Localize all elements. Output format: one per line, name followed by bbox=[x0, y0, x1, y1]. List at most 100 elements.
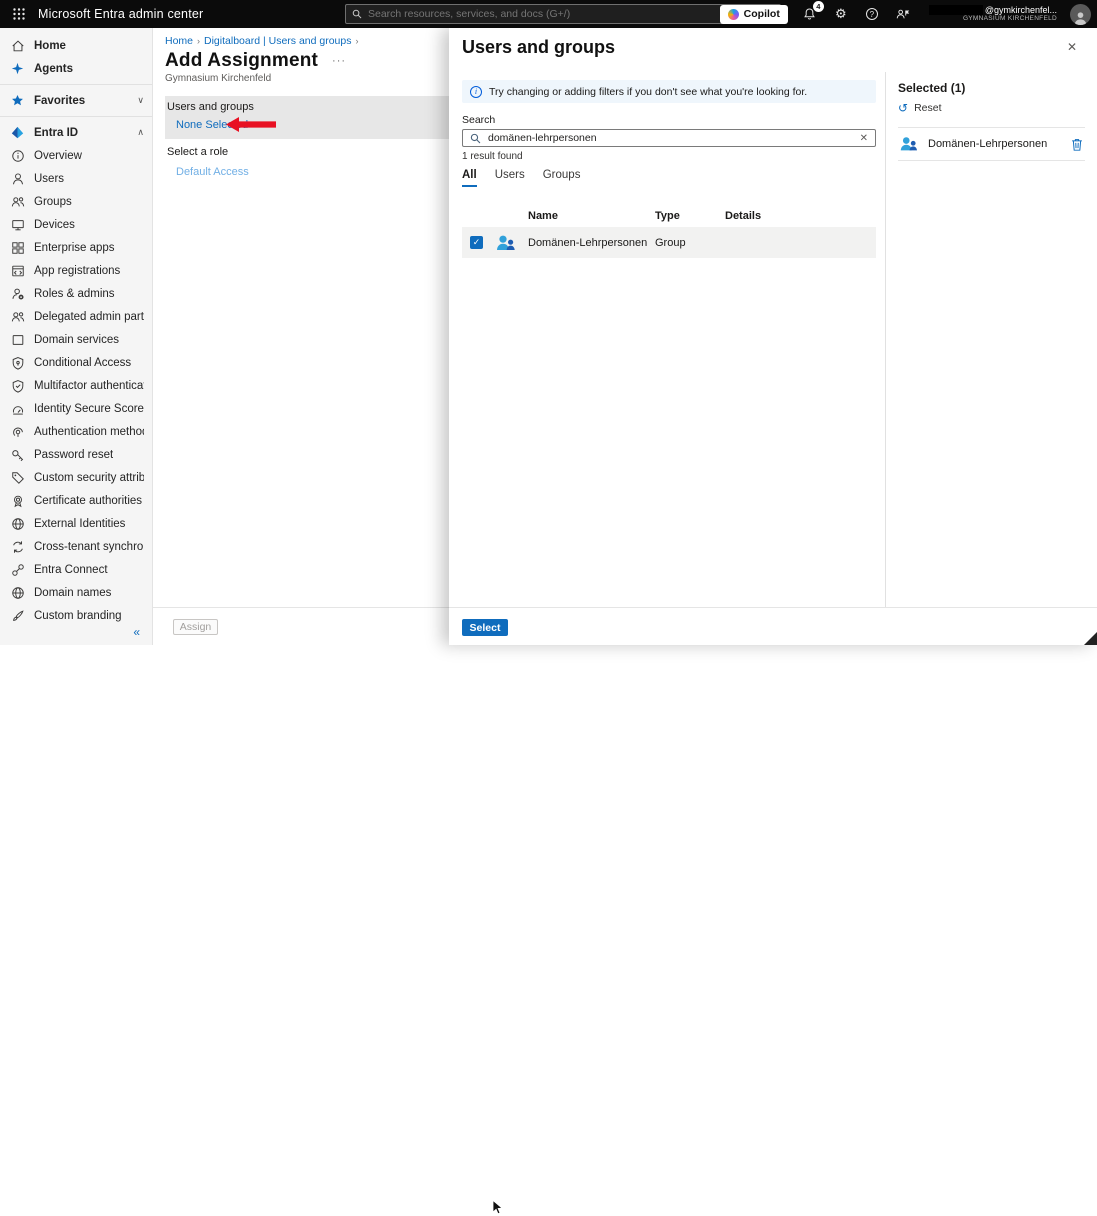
col-details: Details bbox=[725, 210, 876, 222]
apps-icon bbox=[10, 240, 25, 255]
users-groups-field: Users and groups None Selected bbox=[165, 96, 449, 139]
person-icon bbox=[10, 171, 25, 186]
shield-icon bbox=[10, 378, 25, 393]
sidebar-item-password-reset[interactable]: Password reset bbox=[0, 443, 152, 466]
close-icon[interactable]: ✕ bbox=[1067, 40, 1077, 54]
clear-search-icon[interactable]: ✕ bbox=[860, 133, 868, 144]
people-icon bbox=[10, 194, 25, 209]
sidebar-item-roles-admins[interactable]: Roles & admins bbox=[0, 282, 152, 305]
sidebar-item-users[interactable]: Users bbox=[0, 167, 152, 190]
sidebar-item-label: Custom branding bbox=[34, 610, 122, 622]
sidebar-item-entra-id[interactable]: Entra ID∧ bbox=[0, 121, 152, 144]
sidebar-item-groups[interactable]: Groups bbox=[0, 190, 152, 213]
sidebar-item-home[interactable]: Home bbox=[0, 34, 152, 57]
cert-icon bbox=[10, 493, 25, 508]
sidebar-item-conditional-access[interactable]: Conditional Access bbox=[0, 351, 152, 374]
more-options-icon[interactable]: ··· bbox=[332, 55, 346, 67]
sidebar-item-label: Certificate authorities bbox=[34, 495, 142, 507]
tab-groups[interactable]: Groups bbox=[543, 169, 581, 187]
table-header: Name Type Details bbox=[462, 205, 876, 227]
sidebar-item-overview[interactable]: Overview bbox=[0, 144, 152, 167]
globeperson-icon bbox=[10, 516, 25, 531]
sidebar-item-custom-security-attributes[interactable]: Custom security attributes bbox=[0, 466, 152, 489]
select-role-label: Select a role bbox=[167, 146, 449, 158]
help-icon: ? bbox=[866, 8, 878, 20]
topbar: Microsoft Entra admin center Copilot 4 ⚙… bbox=[0, 0, 1097, 28]
sidebar-item-label: Entra ID bbox=[34, 127, 78, 139]
result-count: 1 result found bbox=[462, 151, 876, 162]
notifications-button[interactable]: 4 bbox=[801, 5, 819, 23]
sidebar-item-enterprise-apps[interactable]: Enterprise apps bbox=[0, 236, 152, 259]
global-search-input[interactable] bbox=[368, 8, 774, 20]
filter-tabs: All Users Groups bbox=[462, 169, 876, 188]
sidebar-item-multifactor-authentication[interactable]: Multifactor authentication bbox=[0, 374, 152, 397]
users-groups-label: Users and groups bbox=[167, 101, 449, 113]
sidebar-item-delegated-admin-partners[interactable]: Delegated admin partners bbox=[0, 305, 152, 328]
sidebar-item-label: Enterprise apps bbox=[34, 242, 115, 254]
tenant-subtitle: Gymnasium Kirchenfeld bbox=[165, 73, 449, 84]
sidebar-item-authentication-methods[interactable]: Authentication methods bbox=[0, 420, 152, 443]
sidebar-item-label: Authentication methods bbox=[34, 426, 144, 438]
agents-icon bbox=[10, 61, 25, 76]
sidebar-item-custom-branding[interactable]: Custom branding bbox=[0, 604, 152, 627]
selected-panel: Selected (1) ↺ Reset Domänen-Lehrpersone… bbox=[885, 72, 1097, 607]
sidebar-item-entra-connect[interactable]: Entra Connect bbox=[0, 558, 152, 581]
brush-icon bbox=[10, 608, 25, 623]
tab-all[interactable]: All bbox=[462, 169, 477, 187]
settings-button[interactable]: ⚙ bbox=[832, 5, 850, 23]
info-icon: i bbox=[470, 86, 482, 98]
breadcrumb-digitalboard[interactable]: Digitalboard | Users and groups bbox=[204, 35, 351, 47]
sidebar-item-label: Multifactor authentication bbox=[34, 380, 144, 392]
sidebar-item-cross-tenant-synchronization[interactable]: Cross-tenant synchronization bbox=[0, 535, 152, 558]
waffle-icon[interactable] bbox=[0, 0, 38, 28]
users-groups-dialog: Users and groups ✕ i Try changing or add… bbox=[449, 28, 1097, 645]
sidebar-item-devices[interactable]: Devices bbox=[0, 213, 152, 236]
col-name: Name bbox=[528, 210, 655, 222]
sidebar-item-certificate-authorities[interactable]: Certificate authorities bbox=[0, 489, 152, 512]
feedback-button[interactable] bbox=[894, 5, 912, 23]
avatar[interactable] bbox=[1070, 4, 1091, 25]
col-type: Type bbox=[655, 210, 725, 222]
key-icon bbox=[10, 447, 25, 462]
group-icon bbox=[494, 231, 518, 255]
chevron-down-icon: ∨ bbox=[137, 95, 144, 106]
row-checkbox[interactable]: ✓ bbox=[470, 236, 483, 249]
account-info[interactable]: @gymkirchenfel... GYMNASIUM KIRCHENFELD bbox=[929, 5, 1057, 23]
selected-item: Domänen-Lehrpersonen bbox=[898, 128, 1085, 161]
sidebar-item-favorites[interactable]: Favorites∨ bbox=[0, 89, 152, 112]
sidebar-item-agents[interactable]: Agents bbox=[0, 57, 152, 80]
select-button[interactable]: Select bbox=[462, 619, 508, 636]
sidebar-item-app-registrations[interactable]: App registrations bbox=[0, 259, 152, 282]
table-row[interactable]: ✓ Domänen-Lehrpersonen Group bbox=[462, 227, 876, 258]
home-icon bbox=[10, 38, 25, 53]
sidebar-item-domain-names[interactable]: Domain names bbox=[0, 581, 152, 604]
domainsvc-icon bbox=[10, 332, 25, 347]
copilot-button[interactable]: Copilot bbox=[720, 5, 788, 24]
breadcrumb-home[interactable]: Home bbox=[165, 35, 193, 47]
reset-button[interactable]: ↺ Reset bbox=[898, 102, 942, 114]
delegated-icon bbox=[10, 309, 25, 324]
sidebar-item-domain-services[interactable]: Domain services bbox=[0, 328, 152, 351]
role-value-link[interactable]: Default Access bbox=[176, 166, 249, 178]
sidebar-item-identity-secure-score[interactable]: Identity Secure Score bbox=[0, 397, 152, 420]
group-icon bbox=[898, 133, 920, 155]
add-assignment-blade: Home › Digitalboard | Users and groups ›… bbox=[153, 28, 449, 645]
trash-icon[interactable] bbox=[1071, 138, 1083, 151]
sidebar-item-label: Delegated admin partners bbox=[34, 311, 144, 323]
sidebar-item-label: Users bbox=[34, 173, 64, 185]
sidebar-item-external-identities[interactable]: External Identities bbox=[0, 512, 152, 535]
score-icon bbox=[10, 401, 25, 416]
mouse-cursor bbox=[492, 1200, 505, 1216]
assign-button[interactable]: Assign bbox=[173, 619, 218, 635]
dialog-search-input[interactable] bbox=[488, 132, 853, 144]
tab-users[interactable]: Users bbox=[495, 169, 525, 187]
dialog-search-box[interactable]: ✕ bbox=[462, 129, 876, 147]
help-button[interactable]: ? bbox=[863, 5, 881, 23]
red-arrow bbox=[226, 117, 276, 132]
sidebar-collapse-button[interactable]: « bbox=[133, 625, 140, 639]
sidebar-item-label: Conditional Access bbox=[34, 357, 131, 369]
sidebar-item-label: Cross-tenant synchronization bbox=[34, 541, 144, 553]
dialog-title: Users and groups bbox=[462, 37, 1067, 58]
global-search[interactable] bbox=[345, 4, 781, 24]
reset-label: Reset bbox=[914, 102, 941, 114]
